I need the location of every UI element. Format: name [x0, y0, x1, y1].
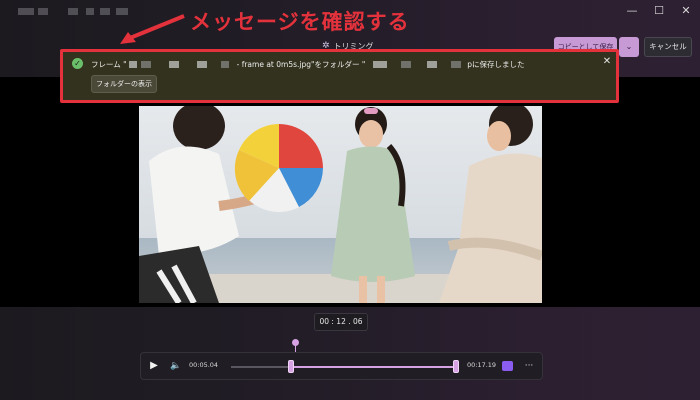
- redacted-text: [196, 60, 207, 68]
- close-notification-button[interactable]: ✕: [601, 56, 613, 68]
- redacted-title: [38, 8, 48, 15]
- playhead-handle[interactable]: [292, 339, 299, 346]
- redacted-text: [427, 60, 438, 68]
- notification-suffix: pに保存しました: [467, 59, 525, 69]
- cancel-button[interactable]: キャンセル: [644, 37, 692, 57]
- notification-middle: - frame at 0m5s.jpg"をフォルダー ": [236, 59, 366, 69]
- redacted-title: [68, 8, 78, 15]
- notification-message: フレーム " - frame at 0m5s.jpg"をフォルダー " pに保存…: [91, 58, 586, 70]
- timecode-display: 00 : 12 . 06: [314, 313, 368, 331]
- save-dropdown-button[interactable]: ⌄: [619, 37, 639, 57]
- volume-button[interactable]: 🔈: [170, 360, 182, 372]
- maximize-button[interactable]: ☐: [651, 4, 667, 18]
- close-window-button[interactable]: ✕: [678, 4, 694, 18]
- redacted-text: [140, 60, 151, 68]
- trim-selection: [291, 366, 456, 368]
- redacted-text: [168, 60, 179, 68]
- redacted-text: [401, 60, 412, 68]
- show-folder-button[interactable]: フォルダーの表示: [91, 75, 157, 93]
- redacted-text: [373, 60, 388, 68]
- redacted-title: [86, 8, 94, 15]
- redacted-text: [220, 60, 229, 68]
- notification-prefix: フレーム ": [91, 59, 127, 69]
- trim-start-time: 00:05.04: [189, 361, 219, 369]
- play-button[interactable]: ▶: [148, 360, 160, 372]
- player-controls: ▶ 🔈 00:05.04 00:17.19 ···: [140, 352, 543, 380]
- trim-end-handle[interactable]: [453, 360, 459, 373]
- more-options-button[interactable]: ···: [523, 360, 535, 372]
- annotation-arrow-icon: [120, 14, 185, 44]
- redacted-title: [18, 8, 34, 15]
- redacted-text: [128, 60, 137, 68]
- clip-icon[interactable]: [502, 361, 513, 371]
- trim-start-handle[interactable]: [288, 360, 294, 373]
- video-frame: [139, 106, 542, 303]
- save-notification: ✓ フレーム " - frame at 0m5s.jpg"をフォルダー " pに…: [60, 49, 619, 103]
- check-circle-icon: ✓: [72, 58, 83, 69]
- redacted-title: [100, 8, 110, 15]
- redacted-text: [451, 60, 462, 68]
- minimize-button[interactable]: —: [624, 4, 640, 18]
- annotation-label: メッセージを確認する: [190, 10, 410, 34]
- trim-end-time: 00:17.19: [467, 361, 497, 369]
